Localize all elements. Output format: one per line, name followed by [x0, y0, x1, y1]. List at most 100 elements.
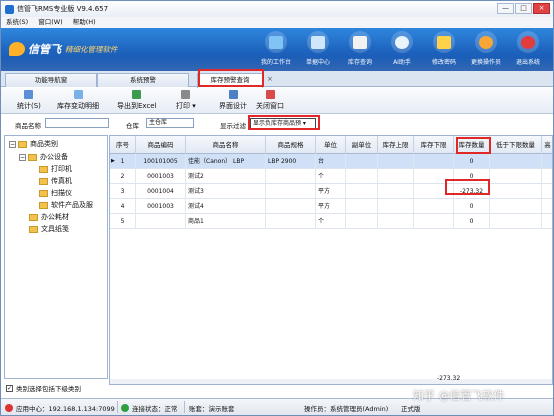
- tree-item-label: 传真机: [51, 177, 72, 185]
- col-above-upper[interactable]: 高: [542, 136, 552, 154]
- tool-workbench[interactable]: 我的工作台: [255, 31, 297, 66]
- stock-change-detail-button[interactable]: 库存变动明细: [57, 90, 99, 111]
- tree-item-software[interactable]: 软件产品及服: [39, 200, 93, 210]
- operator-status: 操作员：系统管理员(Admin): [304, 403, 388, 413]
- stock-alert-table: 序号 商品编码 商品名称 商品规格 单位 副单位 库存上限 库存下限 库存数量 …: [109, 135, 553, 385]
- tool-label: 库存查询: [347, 59, 372, 66]
- col-spec[interactable]: 商品规格: [266, 136, 316, 154]
- table-row[interactable]: 4 0001003 测试4 平方 0: [110, 199, 552, 214]
- cell-stock-qty: 0: [454, 214, 490, 229]
- col-name[interactable]: 商品名称: [186, 136, 266, 154]
- horizontal-scrollbar[interactable]: [110, 379, 552, 384]
- tree-item-scanner[interactable]: 扫描仪: [39, 188, 72, 198]
- tree-item-fax[interactable]: 传真机: [39, 176, 72, 186]
- close-window-button[interactable]: 关闭窗口: [256, 90, 284, 111]
- cell-name: 测试3: [186, 184, 266, 199]
- include-subcategory-option[interactable]: ✓ 类别选择包括下级类别: [6, 383, 81, 393]
- col-below-lower[interactable]: 低于下限数量: [490, 136, 542, 154]
- export-excel-button[interactable]: 导出到Excel: [117, 90, 157, 111]
- warehouse-input[interactable]: 主仓库: [146, 118, 194, 128]
- display-filter-label: 显示过滤: [220, 122, 246, 130]
- col-code[interactable]: 商品编码: [136, 136, 186, 154]
- folder-icon: [39, 165, 48, 173]
- cell-above-upper: [542, 214, 552, 229]
- tree-item-stationery[interactable]: 文具纸笺: [29, 224, 69, 234]
- tool-documents[interactable]: 单据中心: [297, 31, 339, 66]
- collapse-icon[interactable]: −: [9, 140, 16, 148]
- col-unit[interactable]: 单位: [316, 136, 346, 154]
- tree-item-office-equipment[interactable]: − 办公设备: [19, 152, 68, 162]
- product-name-input[interactable]: [45, 118, 109, 128]
- tab-bar: 功能导航窗 系统预警 库存预警查询 ×: [1, 71, 553, 88]
- table-row[interactable]: 5 商品1 个 0: [110, 214, 552, 229]
- product-name-label: 商品名称: [15, 122, 41, 130]
- cell-below-lower: [490, 169, 542, 184]
- tool-switch-operator[interactable]: 更换操作员: [465, 31, 507, 66]
- tab-system-alert[interactable]: 系统预警: [97, 73, 189, 87]
- tree-item-office-supplies[interactable]: 办公耗材: [29, 212, 69, 222]
- highlight-negative-stock: [445, 179, 490, 195]
- tab-function-nav[interactable]: 功能导航窗: [5, 73, 97, 87]
- cell-stock-lower: [414, 154, 454, 169]
- tab-close-icon[interactable]: ×: [267, 75, 273, 83]
- folder-icon: [39, 189, 48, 197]
- close-button[interactable]: ×: [533, 3, 550, 14]
- chart-icon: [24, 90, 34, 99]
- close-window-icon: [265, 90, 275, 99]
- cell-below-lower: [490, 214, 542, 229]
- collapse-icon[interactable]: −: [19, 153, 26, 161]
- tool-change-password[interactable]: 修改密码: [423, 31, 465, 66]
- col-seq[interactable]: 序号: [110, 136, 136, 154]
- stock-change-label: 库存变动明细: [57, 102, 99, 110]
- tool-label: 退出系统: [515, 59, 540, 66]
- col-sub-unit[interactable]: 副单位: [346, 136, 378, 154]
- account-text: 账套：演示账套: [189, 405, 235, 413]
- tree-root-label: 商品类别: [30, 140, 58, 148]
- highlight-tab-box: [198, 69, 264, 87]
- include-subcategory-label: 类别选择包括下级类别: [16, 385, 81, 393]
- cell-code: 0001003: [136, 199, 186, 214]
- folder-icon: [39, 201, 48, 209]
- cell-below-lower: [490, 199, 542, 214]
- highlight-stock-qty-header: [456, 137, 491, 154]
- tool-ai-assistant[interactable]: AI助手: [381, 31, 423, 66]
- tree-item-label: 办公耗材: [41, 213, 69, 221]
- tree-item-label: 办公设备: [40, 153, 68, 161]
- cell-seq: 4: [110, 199, 136, 214]
- cell-stock-upper: [378, 199, 414, 214]
- tree-item-label: 扫描仪: [51, 189, 72, 197]
- action-toolbar: 统计(S) 库存变动明细 导出到Excel 打印 ▾ 界面设计 关闭窗口: [1, 88, 553, 114]
- table-row[interactable]: ▶ 1 100101005 佳能（Canon） LBP LBP 2900 台 0: [110, 154, 552, 169]
- tree-item-printer[interactable]: 打印机: [39, 164, 72, 174]
- status-separator: [117, 401, 118, 413]
- folder-icon: [29, 225, 38, 233]
- include-subcategory-checkbox[interactable]: ✓: [6, 384, 13, 392]
- server-icon: [5, 404, 13, 412]
- stats-button[interactable]: 统计(S): [17, 90, 41, 111]
- tree-root[interactable]: − 商品类别: [9, 139, 58, 149]
- menu-system[interactable]: 系统(S): [1, 17, 33, 28]
- cell-spec: [266, 214, 316, 229]
- connection-text: 连接状态：正常: [132, 405, 178, 413]
- cell-name: 佳能（Canon） LBP: [186, 154, 266, 169]
- cell-unit: 个: [316, 214, 346, 229]
- main-toolbar: 我的工作台 单据中心 库存查询 AI助手 修改密码 更换操作员 退出系统: [255, 31, 549, 66]
- cell-sub-unit: [346, 169, 378, 184]
- tool-exit[interactable]: 退出系统: [507, 31, 549, 66]
- menu-help[interactable]: 帮助(H): [68, 17, 101, 28]
- ui-design-button[interactable]: 界面设计: [219, 90, 247, 111]
- cell-below-lower: [490, 184, 542, 199]
- cell-name: 商品1: [186, 214, 266, 229]
- col-stock-lower[interactable]: 库存下限: [414, 136, 454, 154]
- edition-text: 正式版: [401, 405, 421, 413]
- cell-sub-unit: [346, 154, 378, 169]
- maximize-button[interactable]: □: [515, 3, 532, 14]
- minimize-button[interactable]: —: [497, 3, 514, 14]
- ai-assistant-icon: [391, 31, 413, 53]
- brand-slogan: 精细化管理软件: [65, 44, 118, 54]
- tool-inventory[interactable]: 库存查询: [339, 31, 381, 66]
- tool-label: AI助手: [393, 59, 411, 66]
- col-stock-upper[interactable]: 库存上限: [378, 136, 414, 154]
- menu-window[interactable]: 窗口(W): [33, 17, 68, 28]
- print-button[interactable]: 打印 ▾: [176, 90, 196, 111]
